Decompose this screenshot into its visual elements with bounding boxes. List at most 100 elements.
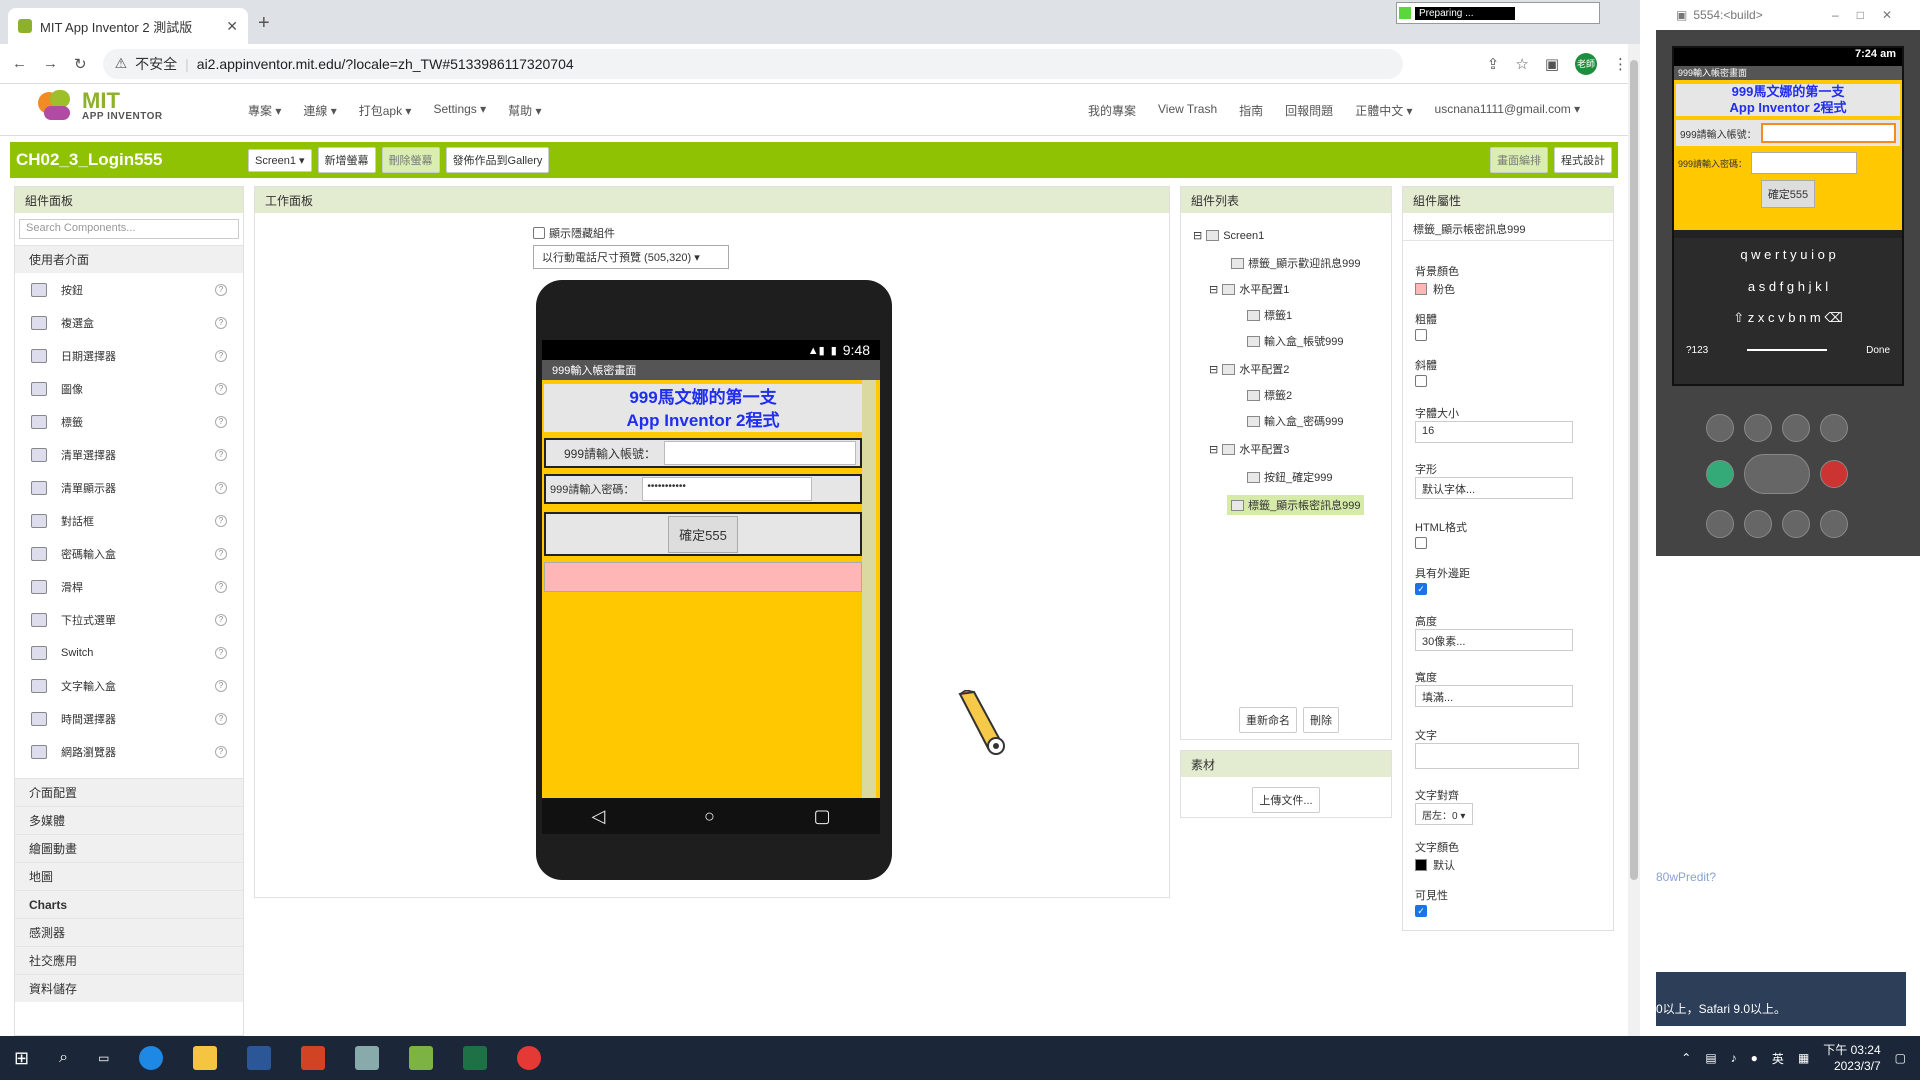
dpad-icon[interactable] [1744,454,1810,494]
window-controls-icon[interactable]: –□✕ [1832,8,1910,22]
collapse-icon[interactable]: ⊟ [1193,229,1202,242]
call-icon[interactable] [1706,460,1734,488]
emulator-keyboard[interactable]: q w e r t y u i o p a s d f g h j k l ⇧ … [1674,238,1902,384]
home-icon[interactable] [1706,510,1734,538]
remove-screen-button[interactable]: 刪除螢幕 [381,147,440,173]
help-icon[interactable]: ? [215,382,227,395]
back-icon[interactable]: ← [12,55,27,72]
menu-help[interactable]: 幫助 ▾ [508,102,541,119]
chrome-icon[interactable] [517,1046,542,1070]
palette-item-image[interactable]: 圖像? [15,372,243,405]
new-tab-button[interactable]: + [258,12,270,35]
speaker-icon[interactable]: ♪ [1731,1051,1737,1065]
image-app-icon[interactable] [355,1046,380,1070]
category-media[interactable]: 多媒體 [15,806,243,834]
add-screen-button[interactable]: 新增螢幕 [317,147,376,173]
android-icon[interactable] [409,1046,434,1070]
help-icon[interactable]: ? [215,283,227,296]
credentials-message-label[interactable] [544,562,862,592]
category-layout[interactable]: 介面配置 [15,778,243,806]
help-icon[interactable]: ? [215,745,227,758]
show-hidden-checkbox[interactable] [533,227,545,239]
excel-icon[interactable] [463,1046,488,1070]
horizontal-arrangement-2[interactable]: 999請輸入密碼： ••••••••••• [544,474,862,504]
font-input[interactable]: 默认字体... [1415,477,1573,499]
palette-item-slider[interactable]: 滑桿? [15,570,243,603]
menu-language[interactable]: 正體中文 ▾ [1355,102,1412,119]
tree-node-account-input[interactable]: 輸入盒_帳號999 [1247,333,1343,349]
kebab-menu-icon[interactable]: ⋮ [1613,55,1628,73]
category-charts[interactable]: Charts [15,890,243,918]
text-input[interactable] [1415,743,1579,769]
category-storage[interactable]: 資料儲存 [15,974,243,1002]
tree-node-label1[interactable]: 標籤1 [1247,307,1292,323]
reload-icon[interactable]: ↻ [74,55,87,73]
menu-guide[interactable]: 指南 [1239,102,1263,119]
palette-item-listview[interactable]: 清單顯示器? [15,471,243,504]
avatar[interactable]: 老師 [1575,52,1597,75]
emulator-confirm-button[interactable]: 確定555 [1760,180,1816,208]
share-icon[interactable]: ⇪ [1487,55,1500,73]
publish-gallery-button[interactable]: 發佈作品到Gallery [445,147,550,173]
menu-settings[interactable]: Settings ▾ [433,102,486,119]
textcolor-value[interactable]: 默认 [1415,857,1455,873]
collapse-icon[interactable]: ⊟ [1209,443,1218,456]
designer-button[interactable]: 畫面編排 [1490,147,1548,173]
palette-item-spinner[interactable]: 下拉式選單? [15,603,243,636]
menu-my-projects[interactable]: 我的專案 [1088,102,1136,119]
task-view-icon[interactable]: ▭ [98,1051,109,1065]
notification-icon[interactable]: ▢ [1895,1051,1906,1065]
help-icon[interactable]: ? [215,448,227,461]
bold-checkbox[interactable] [1415,329,1427,341]
palette-item-button[interactable]: 按鈕? [15,273,243,306]
screen-select[interactable]: Screen1 ▾ [248,148,312,172]
tree-node-confirm-button[interactable]: 按鈕_確定999 [1247,469,1332,485]
search-components-input[interactable]: Search Components... [19,219,239,239]
menu-project[interactable]: 專案 ▾ [248,102,281,119]
recent-nav-icon[interactable]: ▢ [814,806,831,827]
search-icon[interactable] [1820,510,1848,538]
mic-icon[interactable]: ● [1751,1051,1758,1065]
volume-up-icon[interactable] [1782,414,1810,442]
file-explorer-icon[interactable] [193,1046,218,1070]
collapse-icon[interactable]: ⊟ [1209,283,1218,296]
palette-item-label[interactable]: 標籤? [15,405,243,438]
palette-item-textbox[interactable]: 文字輸入盒? [15,669,243,702]
rename-button[interactable]: 重新命名 [1239,707,1297,733]
help-icon[interactable]: ? [215,679,227,692]
palette-item-passwordtextbox[interactable]: 密碼輸入盒? [15,537,243,570]
help-icon[interactable]: ? [215,712,227,725]
help-icon[interactable]: ? [215,415,227,428]
palette-item-datepicker[interactable]: 日期選擇器? [15,339,243,372]
word-icon[interactable] [247,1046,272,1070]
search-icon[interactable]: ⌕ [59,1049,68,1067]
taskbar-clock[interactable]: 下午 03:24 2023/3/7 [1823,1042,1880,1074]
menu-report[interactable]: 回報問題 [1285,102,1333,119]
mit-logo[interactable]: MIT APP INVENTOR [36,88,163,124]
menu-account[interactable]: uscnana1111@gmail.com ▾ [1435,102,1581,119]
confirm-button[interactable]: 確定555 [668,515,738,553]
tree-node-screen1[interactable]: ⊟ Screen1 [1193,229,1264,243]
tree-node-welcome-label[interactable]: 標籤_顯示歡迎訊息999 [1231,255,1360,271]
category-maps[interactable]: 地圖 [15,862,243,890]
keyboard-row-2[interactable]: a s d f g h j k l [1674,270,1902,302]
category-user-interface[interactable]: 使用者介面 [15,245,243,273]
power-icon[interactable] [1820,414,1848,442]
hangup-icon[interactable] [1820,460,1848,488]
blocks-button[interactable]: 程式設計 [1554,147,1612,173]
background-link-text[interactable]: 80wPredit? [1656,870,1716,884]
network-icon[interactable]: ▤ [1705,1051,1716,1065]
help-icon[interactable]: ? [215,547,227,560]
palette-item-webviewer[interactable]: 網路瀏覽器? [15,735,243,768]
palette-item-timepicker[interactable]: 時間選擇器? [15,702,243,735]
italic-checkbox[interactable] [1415,375,1427,387]
back-icon[interactable] [1782,510,1810,538]
ime-mode-icon[interactable]: ▦ [1798,1051,1809,1065]
back-nav-icon[interactable]: ◁ [591,806,605,827]
keyboard-row-3[interactable]: ⇧ z x c v b n m ⌫ [1674,302,1902,334]
preview-size-select[interactable]: 以行動電話尺寸預覽 (505,320) ▾ [533,245,729,269]
category-sensors[interactable]: 感測器 [15,918,243,946]
keyboard-row-1[interactable]: q w e r t y u i o p [1674,238,1902,270]
emulator-password-input[interactable] [1751,152,1858,174]
welcome-label[interactable]: 999馬文娜的第一支 App Inventor 2程式 [544,384,862,432]
